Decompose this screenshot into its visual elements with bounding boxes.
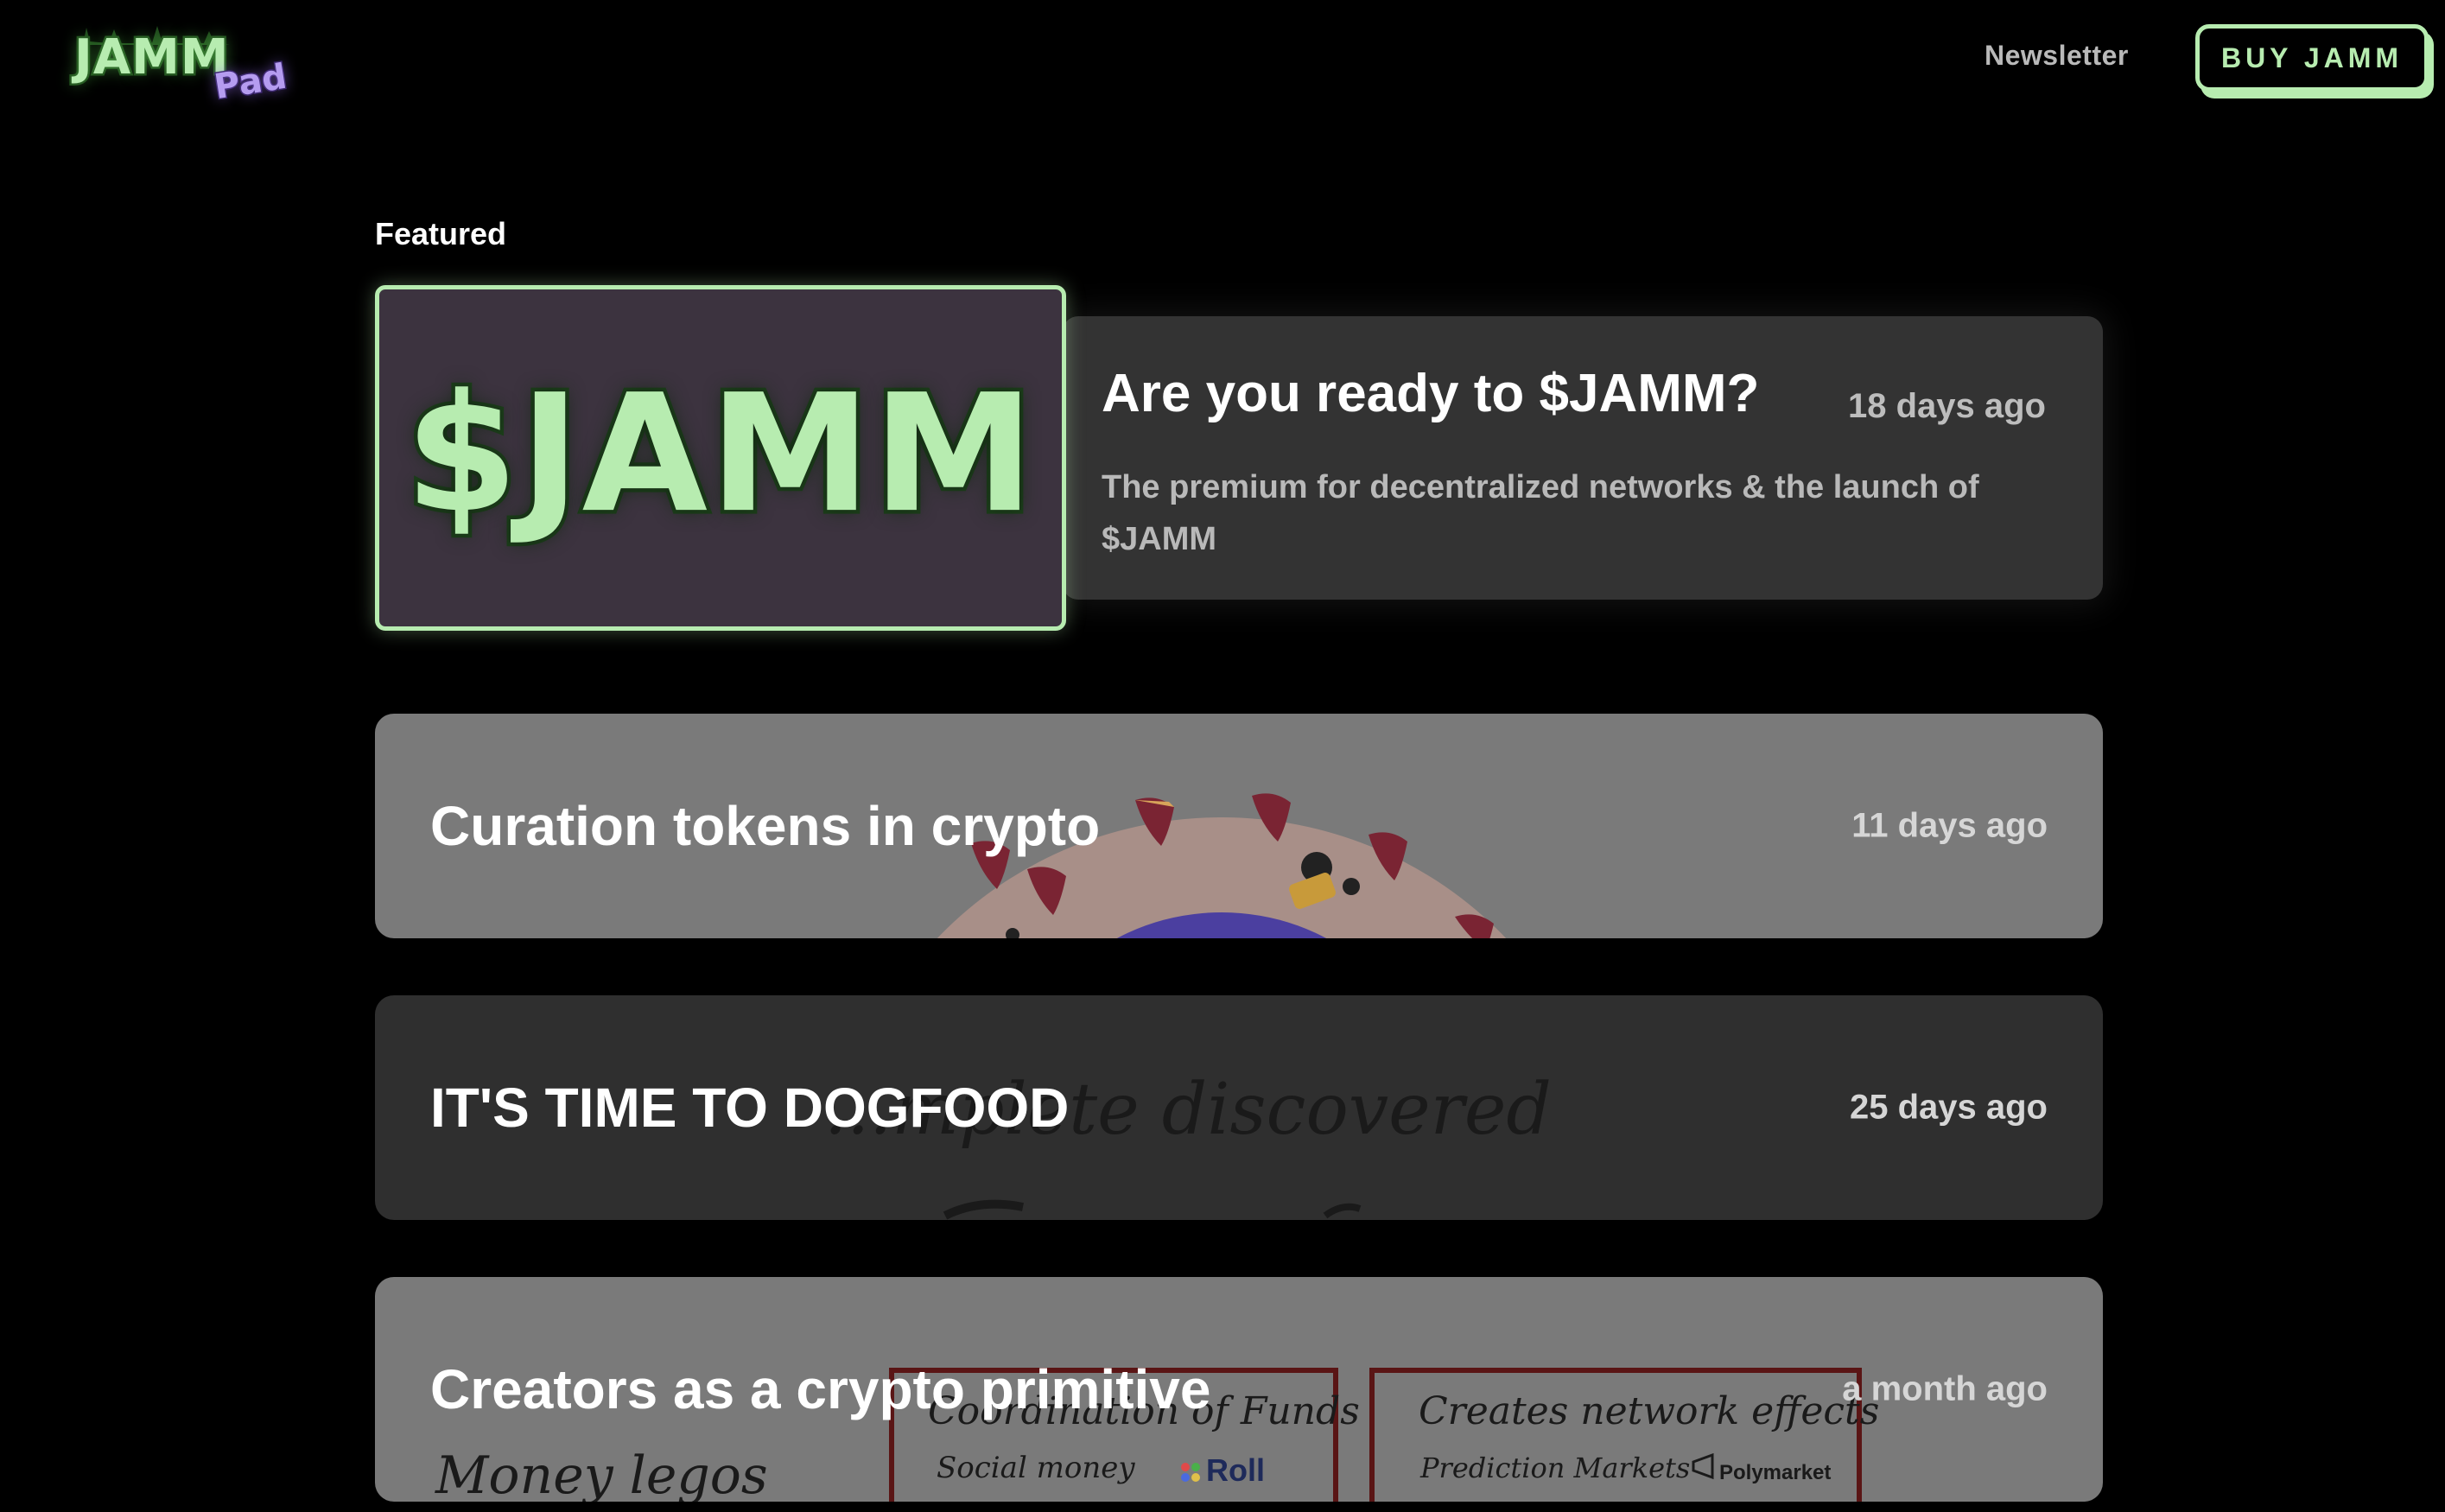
cover-box2-item: Prediction Markets (1419, 1452, 1690, 1484)
post-timestamp: a month ago (1842, 1369, 2048, 1408)
post-title[interactable]: Creators as a crypto primitive (430, 1357, 1210, 1421)
logo-jamm-text: JAMM (73, 28, 232, 88)
featured-image[interactable]: $JAMM (375, 285, 1066, 631)
post-timestamp: 11 days ago (1851, 806, 2048, 845)
newsletter-link[interactable]: Newsletter (1985, 40, 2129, 72)
cover-box2-heading: Creates network effects (1419, 1389, 1879, 1433)
featured-section-label: Featured (375, 216, 507, 251)
site-logo[interactable]: JAMM Pad (73, 24, 308, 119)
featured-image-text: $JAMM (401, 356, 1038, 553)
post-card-curation-tokens[interactable]: Curation tokens in crypto 11 days ago (375, 714, 2103, 938)
post-timestamp: 25 days ago (1849, 1088, 2048, 1127)
post-card-dogfood[interactable]: ...mplete discovered IT'S TIME TO DOGFOO… (375, 995, 2103, 1220)
featured-timestamp: 18 days ago (1847, 387, 2046, 425)
post-card-creators[interactable]: Money legos Coordination of Funds Social… (375, 1277, 2103, 1502)
buy-jamm-button[interactable]: BUY JAMM (2195, 24, 2429, 92)
cover-money-legos-text: Money legos (435, 1445, 768, 1502)
cover-roll-brand: Roll (1206, 1452, 1265, 1488)
cover-box1-item: Social money (937, 1451, 1135, 1485)
featured-description: The premium for decentralized networks &… (1102, 469, 1979, 557)
post-title[interactable]: IT'S TIME TO DOGFOOD (430, 1076, 1069, 1140)
post-title[interactable]: Curation tokens in crypto (430, 794, 1100, 858)
cover-polymarket-brand: Polymarket (1719, 1461, 1831, 1484)
featured-title[interactable]: Are you ready to $JAMM? (1102, 363, 1759, 424)
